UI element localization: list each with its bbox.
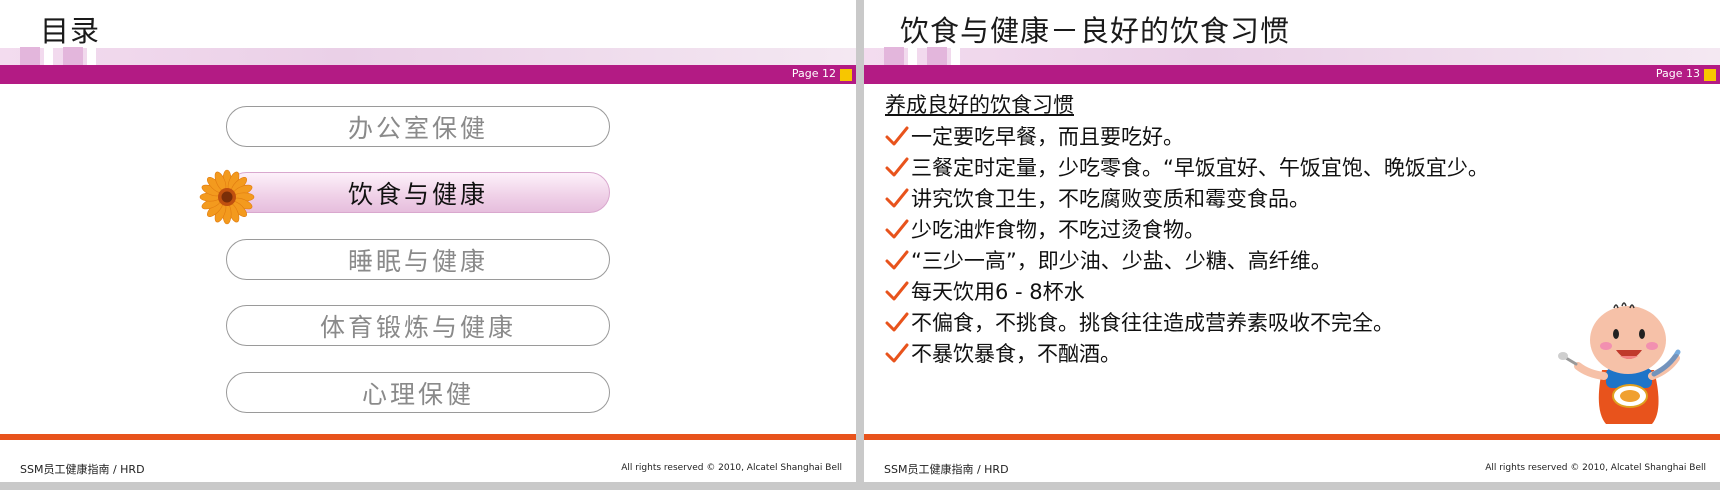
list-item-text: 三餐定时定量，少吃零食。“早饭宜好、午饭宜饱、晚饭宜少。 [911, 155, 1489, 180]
list-item-text: 每天饮用6 - 8杯水 [911, 279, 1085, 304]
header-gap [44, 46, 53, 66]
page-marker [1704, 69, 1716, 81]
list-item: 一定要吃早餐，而且要吃好。 [885, 120, 1489, 151]
page-number: Page 13 [1655, 67, 1700, 80]
footer-copyright: All rights reserved © 2010, Alcatel Shan… [1485, 463, 1706, 473]
header-square [927, 47, 947, 65]
checkmark-icon [885, 188, 909, 207]
checkmark-icon [885, 312, 909, 331]
header-square [63, 47, 83, 65]
header-bar [864, 65, 1720, 84]
footer-title: SSM员工健康指南 / HRD [884, 463, 1009, 476]
list-item: 每天饮用6 - 8杯水 [885, 275, 1489, 306]
checkmark-icon [885, 281, 909, 300]
header-square [884, 47, 904, 65]
slide-13: 饮食与健康－良好的饮食习惯 Page 13 养成良好的饮食习惯 一定要吃早餐，而… [864, 0, 1720, 482]
header-band [0, 48, 856, 65]
header-gap [908, 46, 917, 66]
menu-item-exercise-health[interactable]: 体育锻炼与健康 [226, 305, 610, 346]
list-item-text: 不偏食，不挑食。挑食往往造成营养素吸收不完全。 [911, 310, 1394, 335]
checkmark-icon [885, 219, 909, 238]
header-square [20, 47, 40, 65]
checkmark-icon [885, 157, 909, 176]
checkmark-icon [885, 343, 909, 362]
footer-line [864, 434, 1720, 440]
list-item-text: 不暴饮暴食，不酗酒。 [911, 341, 1121, 366]
list-item: 讲究饮食卫生，不吃腐败变质和霉变食品。 [885, 182, 1489, 213]
list-item: 不偏食，不挑食。挑食往往造成营养素吸收不完全。 [885, 306, 1489, 337]
list-item: 三餐定时定量，少吃零食。“早饭宜好、午饭宜饱、晚饭宜少。 [885, 151, 1489, 182]
slide-title: 饮食与健康－良好的饮食习惯 [900, 14, 1291, 48]
menu-item-mental-health[interactable]: 心理保健 [226, 372, 610, 413]
menu-item-office-health[interactable]: 办公室保健 [226, 106, 610, 147]
list-item-text: 一定要吃早餐，而且要吃好。 [911, 124, 1184, 149]
checkmark-icon [885, 126, 909, 145]
header-gap [87, 46, 96, 66]
list-item-text: 少吃油炸食物，不吃过烫食物。 [911, 217, 1205, 242]
footer-copyright: All rights reserved © 2010, Alcatel Shan… [621, 463, 842, 473]
menu-item-diet-health[interactable]: 饮食与健康 [226, 172, 610, 213]
checkmark-icon [885, 250, 909, 269]
footer-line [0, 434, 856, 440]
slide-12: 目录 Page 12 办公室保健 饮食与健康 睡眠与健康 体育锻炼与健康 心理保… [0, 0, 856, 482]
list-item: “三少一高”，即少油、少盐、少糖、高纤维。 [885, 244, 1489, 275]
habit-list: 一定要吃早餐，而且要吃好。 三餐定时定量，少吃零食。“早饭宜好、午饭宜饱、晚饭宜… [885, 120, 1489, 368]
header-gap [951, 46, 960, 66]
menu-item-sleep-health[interactable]: 睡眠与健康 [226, 239, 610, 280]
header-band [864, 48, 1720, 65]
flower-icon [199, 169, 255, 225]
header-bar [0, 65, 856, 84]
cartoon-kid-icon [1558, 302, 1681, 424]
page-marker [840, 69, 852, 81]
list-item-text: “三少一高”，即少油、少盐、少糖、高纤维。 [911, 248, 1332, 273]
page-number: Page 12 [791, 67, 836, 80]
slide-title: 目录 [40, 14, 101, 48]
section-heading: 养成良好的饮食习惯 [885, 93, 1074, 117]
list-item-text: 讲究饮食卫生，不吃腐败变质和霉变食品。 [911, 186, 1310, 211]
list-item: 不暴饮暴食，不酗酒。 [885, 337, 1489, 368]
footer-title: SSM员工健康指南 / HRD [20, 463, 145, 476]
list-item: 少吃油炸食物，不吃过烫食物。 [885, 213, 1489, 244]
